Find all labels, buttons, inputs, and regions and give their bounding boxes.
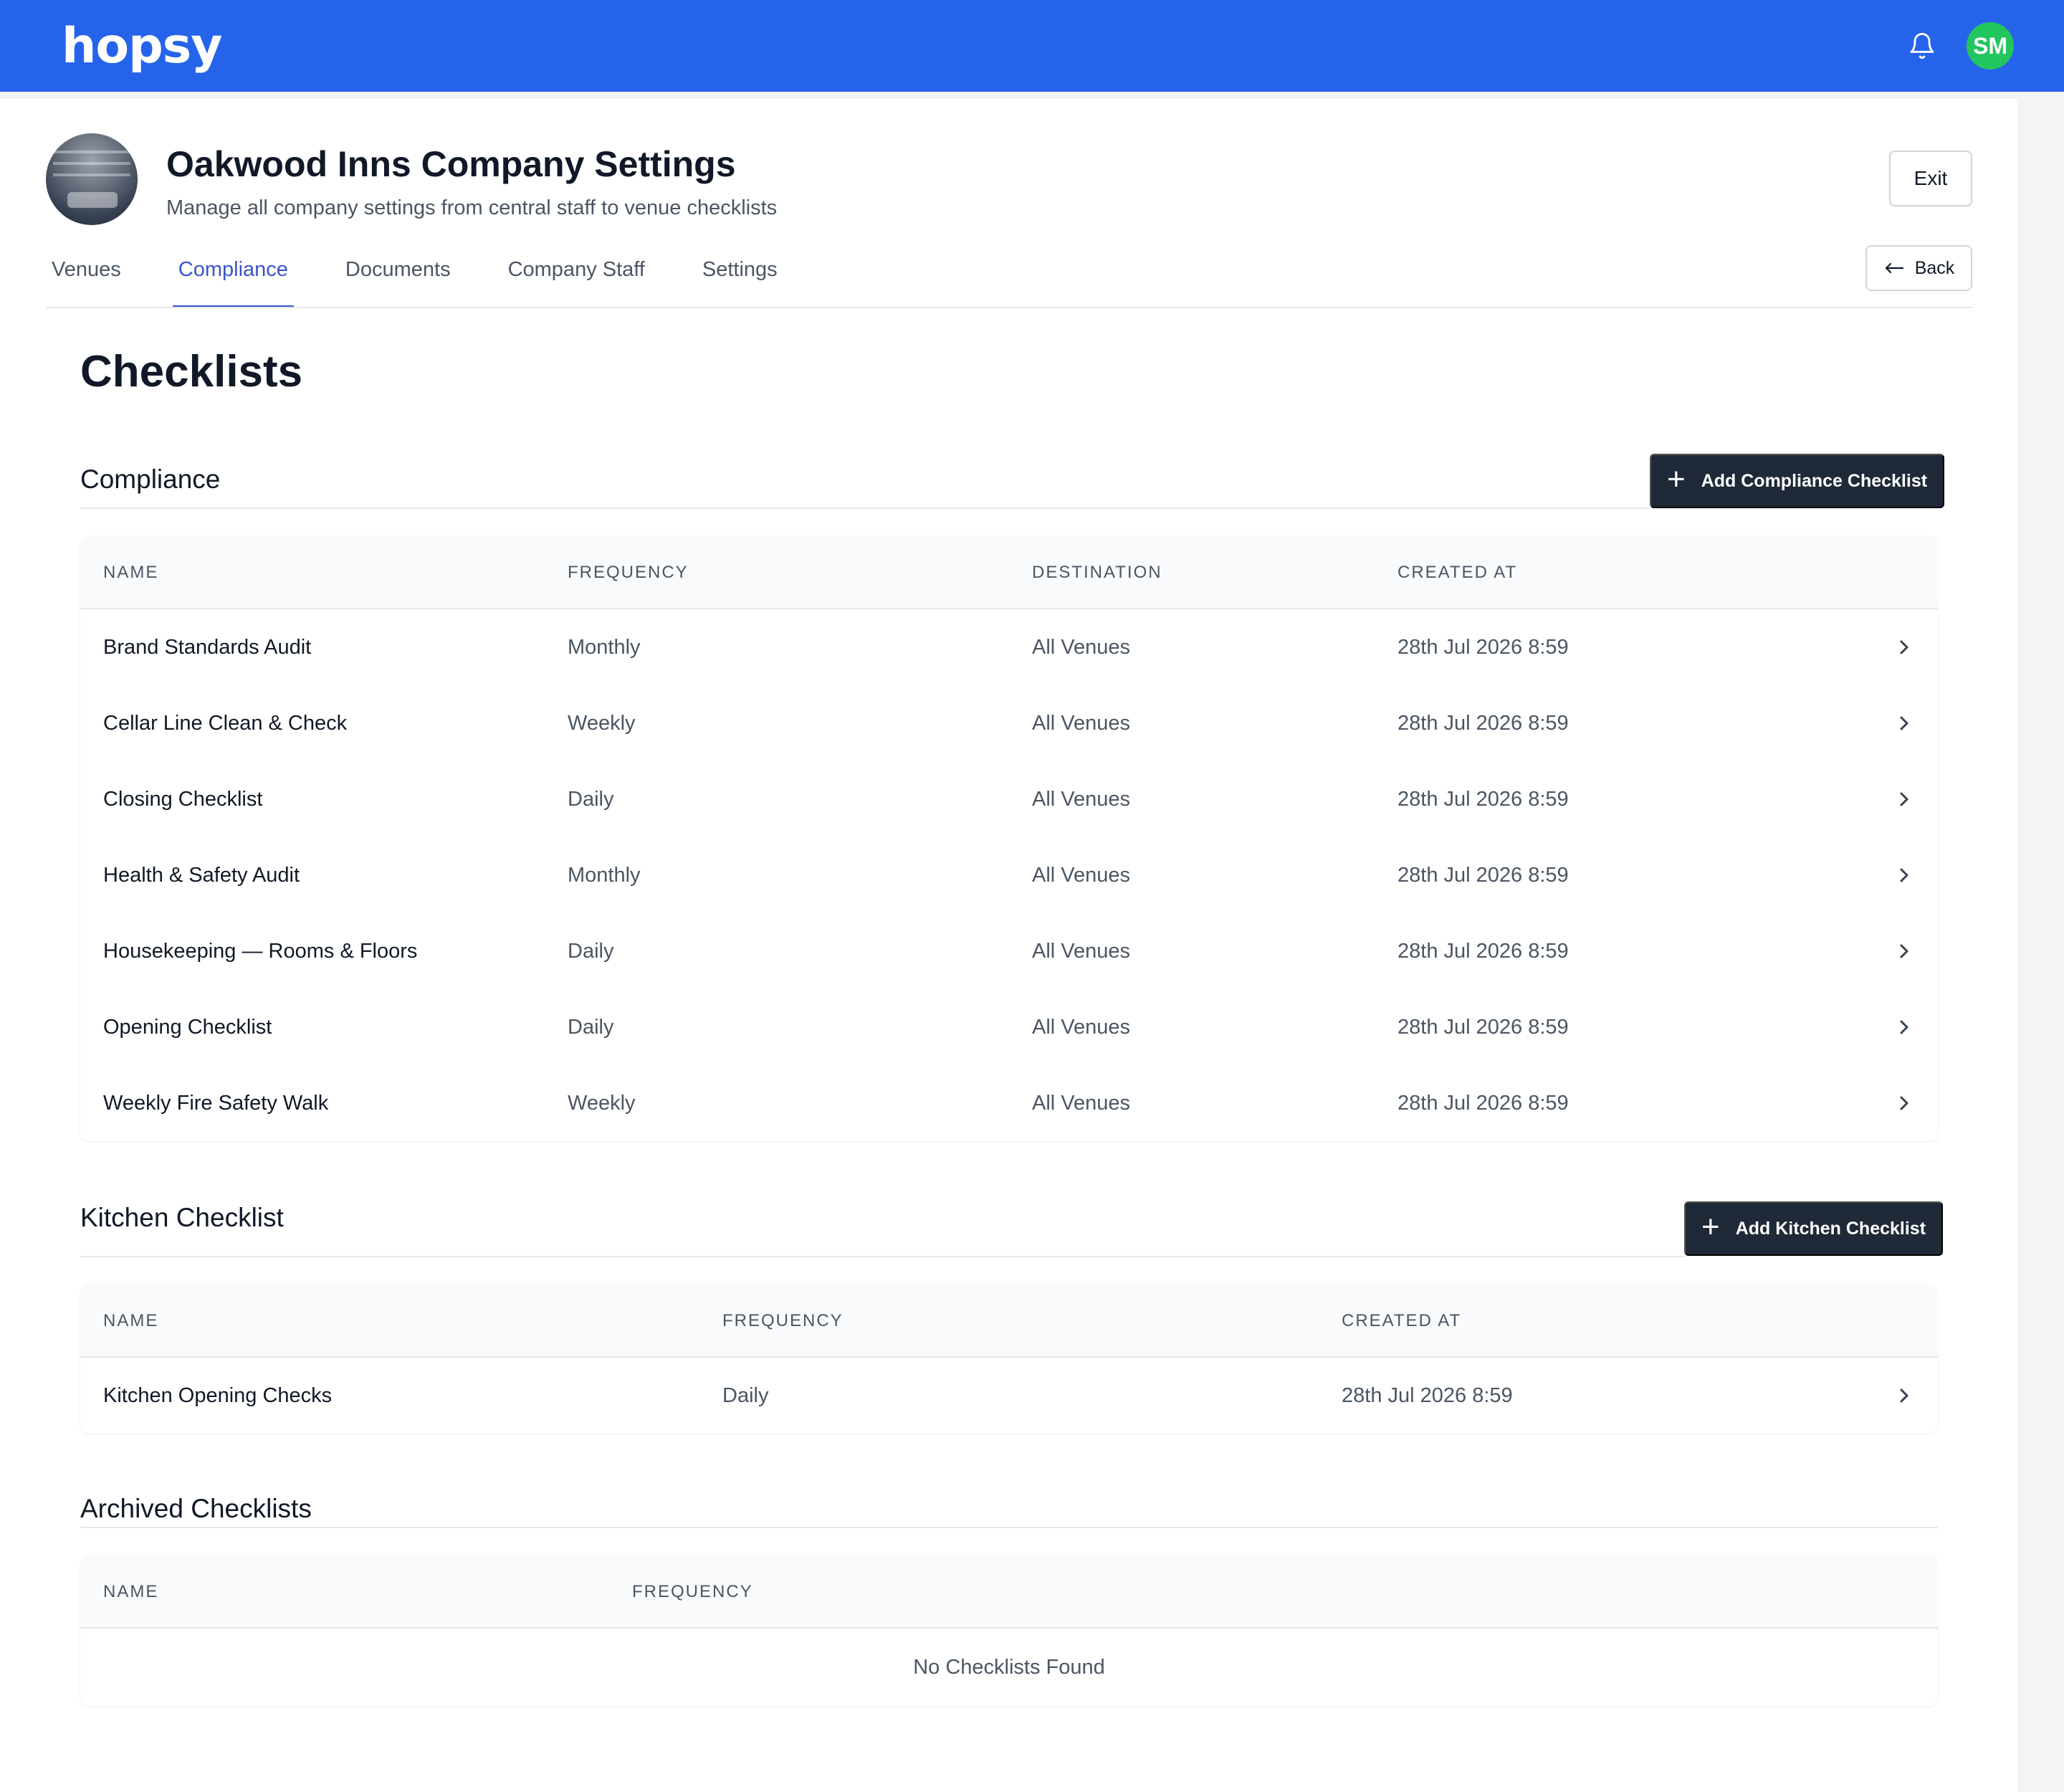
table-row[interactable]: Opening Checklist Daily All Venues 28th Jul… bbox=[80, 989, 1938, 1065]
chevron-right-icon[interactable] bbox=[1892, 635, 1916, 659]
cell-name: Kitchen Opening Checks bbox=[103, 1383, 333, 1407]
cell-created: 28th Jul 2026 8:59 bbox=[1398, 1091, 1569, 1115]
cell-destination: All Venues bbox=[1032, 863, 1131, 887]
tab-company-staff[interactable]: Company Staff bbox=[502, 242, 651, 308]
compliance-section-title: Compliance bbox=[80, 464, 221, 494]
table-row[interactable]: Closing Checklist Daily All Venues 28th Jul… bbox=[80, 761, 1938, 837]
column-header-destination: DESTINATION bbox=[1032, 563, 1162, 582]
column-header-created-at: CREATED AT bbox=[1342, 1311, 1462, 1330]
cell-frequency: Weekly bbox=[568, 1091, 636, 1115]
table-header: NAME FREQUENCY DESTINATION CREATED AT bbox=[80, 536, 1938, 609]
column-header-frequency: FREQUENCY bbox=[722, 1311, 844, 1330]
cell-name: Brand Standards Audit bbox=[103, 635, 312, 659]
kitchen-section-rule bbox=[80, 1256, 1684, 1257]
cell-destination: All Venues bbox=[1032, 787, 1131, 811]
tab-compliance[interactable]: Compliance bbox=[172, 242, 295, 308]
cell-name: Cellar Line Clean & Check bbox=[103, 711, 348, 735]
cell-name: Closing Checklist bbox=[103, 787, 263, 811]
chevron-right-icon[interactable] bbox=[1892, 1091, 1916, 1115]
cell-frequency: Weekly bbox=[568, 711, 636, 735]
cell-name: Opening Checklist bbox=[103, 1015, 272, 1039]
add-compliance-checklist-button[interactable]: + Add Compliance Checklist bbox=[1650, 454, 1945, 508]
settings-tabs: Venues Compliance Documents Company Staf… bbox=[46, 242, 829, 308]
bell-icon[interactable] bbox=[1906, 29, 1938, 63]
page-title: Oakwood Inns Company Settings bbox=[166, 144, 736, 184]
top-navigation-bar: hopsy SM bbox=[0, 0, 2064, 92]
topbar-actions: SM bbox=[1906, 22, 2014, 70]
cell-destination: All Venues bbox=[1032, 939, 1131, 963]
compliance-section-rule bbox=[80, 507, 1650, 509]
table-row[interactable]: Housekeeping — Rooms & Floors Daily All Ve… bbox=[80, 913, 1938, 989]
table-row[interactable]: Cellar Line Clean & Check Weekly All Venue… bbox=[80, 685, 1938, 761]
cell-created: 28th Jul 2026 8:59 bbox=[1398, 863, 1569, 887]
cell-name: Housekeeping — Rooms & Floors bbox=[103, 939, 418, 963]
column-header-frequency: FREQUENCY bbox=[632, 1582, 753, 1601]
cell-created: 28th Jul 2026 8:59 bbox=[1398, 1015, 1569, 1039]
cell-created: 28th Jul 2026 8:59 bbox=[1398, 939, 1569, 963]
tab-venues[interactable]: Venues bbox=[46, 242, 127, 308]
empty-state-message: No Checklists Found bbox=[913, 1655, 1105, 1679]
page-subtitle: Manage all company settings from central… bbox=[166, 196, 778, 219]
user-avatar[interactable]: SM bbox=[1967, 22, 2014, 70]
plus-icon: + bbox=[1701, 1209, 1720, 1244]
cell-destination: All Venues bbox=[1032, 711, 1131, 735]
tab-settings[interactable]: Settings bbox=[697, 242, 783, 308]
chevron-right-icon[interactable] bbox=[1892, 1383, 1916, 1408]
tab-documents[interactable]: Documents bbox=[340, 242, 457, 308]
cell-frequency: Daily bbox=[568, 1015, 614, 1039]
page-heading: Checklists bbox=[80, 347, 303, 396]
add-compliance-checklist-label: Add Compliance Checklist bbox=[1701, 470, 1928, 491]
column-header-name: NAME bbox=[103, 1311, 159, 1330]
archived-section-rule bbox=[80, 1527, 1938, 1528]
exit-button[interactable]: Exit bbox=[1889, 151, 1972, 206]
table-header: NAME FREQUENCY CREATED AT bbox=[80, 1285, 1938, 1358]
plus-icon: + bbox=[1667, 462, 1686, 497]
cell-frequency: Daily bbox=[568, 939, 614, 963]
cell-destination: All Venues bbox=[1032, 1091, 1131, 1115]
add-kitchen-checklist-label: Add Kitchen Checklist bbox=[1735, 1218, 1926, 1239]
chevron-right-icon[interactable] bbox=[1892, 1015, 1916, 1039]
hopsy-logo[interactable]: hopsy bbox=[62, 18, 223, 75]
archived-table: NAME FREQUENCY No Checklists Found bbox=[80, 1555, 1938, 1706]
chevron-right-icon[interactable] bbox=[1892, 787, 1916, 811]
table-header: NAME FREQUENCY bbox=[80, 1555, 1938, 1629]
arrow-left-icon bbox=[1885, 262, 1903, 274]
table-row[interactable]: Health & Safety Audit Monthly All Venues 28… bbox=[80, 837, 1938, 913]
cell-created: 28th Jul 2026 8:59 bbox=[1342, 1383, 1513, 1407]
cell-frequency: Monthly bbox=[568, 635, 641, 659]
cell-frequency: Daily bbox=[568, 787, 614, 811]
cell-frequency: Monthly bbox=[568, 863, 641, 887]
column-header-frequency: FREQUENCY bbox=[568, 563, 689, 582]
column-header-created-at: CREATED AT bbox=[1398, 563, 1518, 582]
cell-created: 28th Jul 2026 8:59 bbox=[1398, 635, 1569, 659]
chevron-right-icon[interactable] bbox=[1892, 711, 1916, 735]
table-row[interactable]: Kitchen Opening Checks Daily 28th Jul 2026… bbox=[80, 1358, 1938, 1434]
add-kitchen-checklist-button[interactable]: + Add Kitchen Checklist bbox=[1684, 1201, 1944, 1256]
column-header-name: NAME bbox=[103, 563, 159, 582]
kitchen-section-title: Kitchen Checklist bbox=[80, 1203, 284, 1232]
main-content: Oakwood Inns Company Settings Manage all… bbox=[0, 92, 2017, 1792]
company-photo bbox=[46, 133, 138, 225]
tabs-divider bbox=[46, 307, 1972, 308]
back-button[interactable]: Back bbox=[1865, 245, 1972, 291]
cell-destination: All Venues bbox=[1032, 1015, 1131, 1039]
cell-name: Health & Safety Audit bbox=[103, 863, 300, 887]
cell-created: 28th Jul 2026 8:59 bbox=[1398, 711, 1569, 735]
cell-destination: All Venues bbox=[1032, 635, 1131, 659]
chevron-right-icon[interactable] bbox=[1892, 939, 1916, 963]
scrollbar-track[interactable] bbox=[2017, 92, 2064, 1792]
chevron-right-icon[interactable] bbox=[1892, 863, 1916, 887]
kitchen-table: NAME FREQUENCY CREATED AT Kitchen Openin… bbox=[80, 1285, 1938, 1434]
table-row[interactable]: Weekly Fire Safety Walk Weekly All Venues 2… bbox=[80, 1065, 1938, 1141]
cell-created: 28th Jul 2026 8:59 bbox=[1398, 787, 1569, 811]
cell-name: Weekly Fire Safety Walk bbox=[103, 1091, 329, 1115]
column-header-name: NAME bbox=[103, 1582, 159, 1601]
back-button-label: Back bbox=[1914, 257, 1955, 278]
archived-section-title: Archived Checklists bbox=[80, 1494, 312, 1523]
table-row[interactable]: Brand Standards Audit Monthly All Venues 28… bbox=[80, 609, 1938, 685]
compliance-table: NAME FREQUENCY DESTINATION CREATED AT Br… bbox=[80, 536, 1938, 1141]
cell-frequency: Daily bbox=[722, 1383, 769, 1407]
